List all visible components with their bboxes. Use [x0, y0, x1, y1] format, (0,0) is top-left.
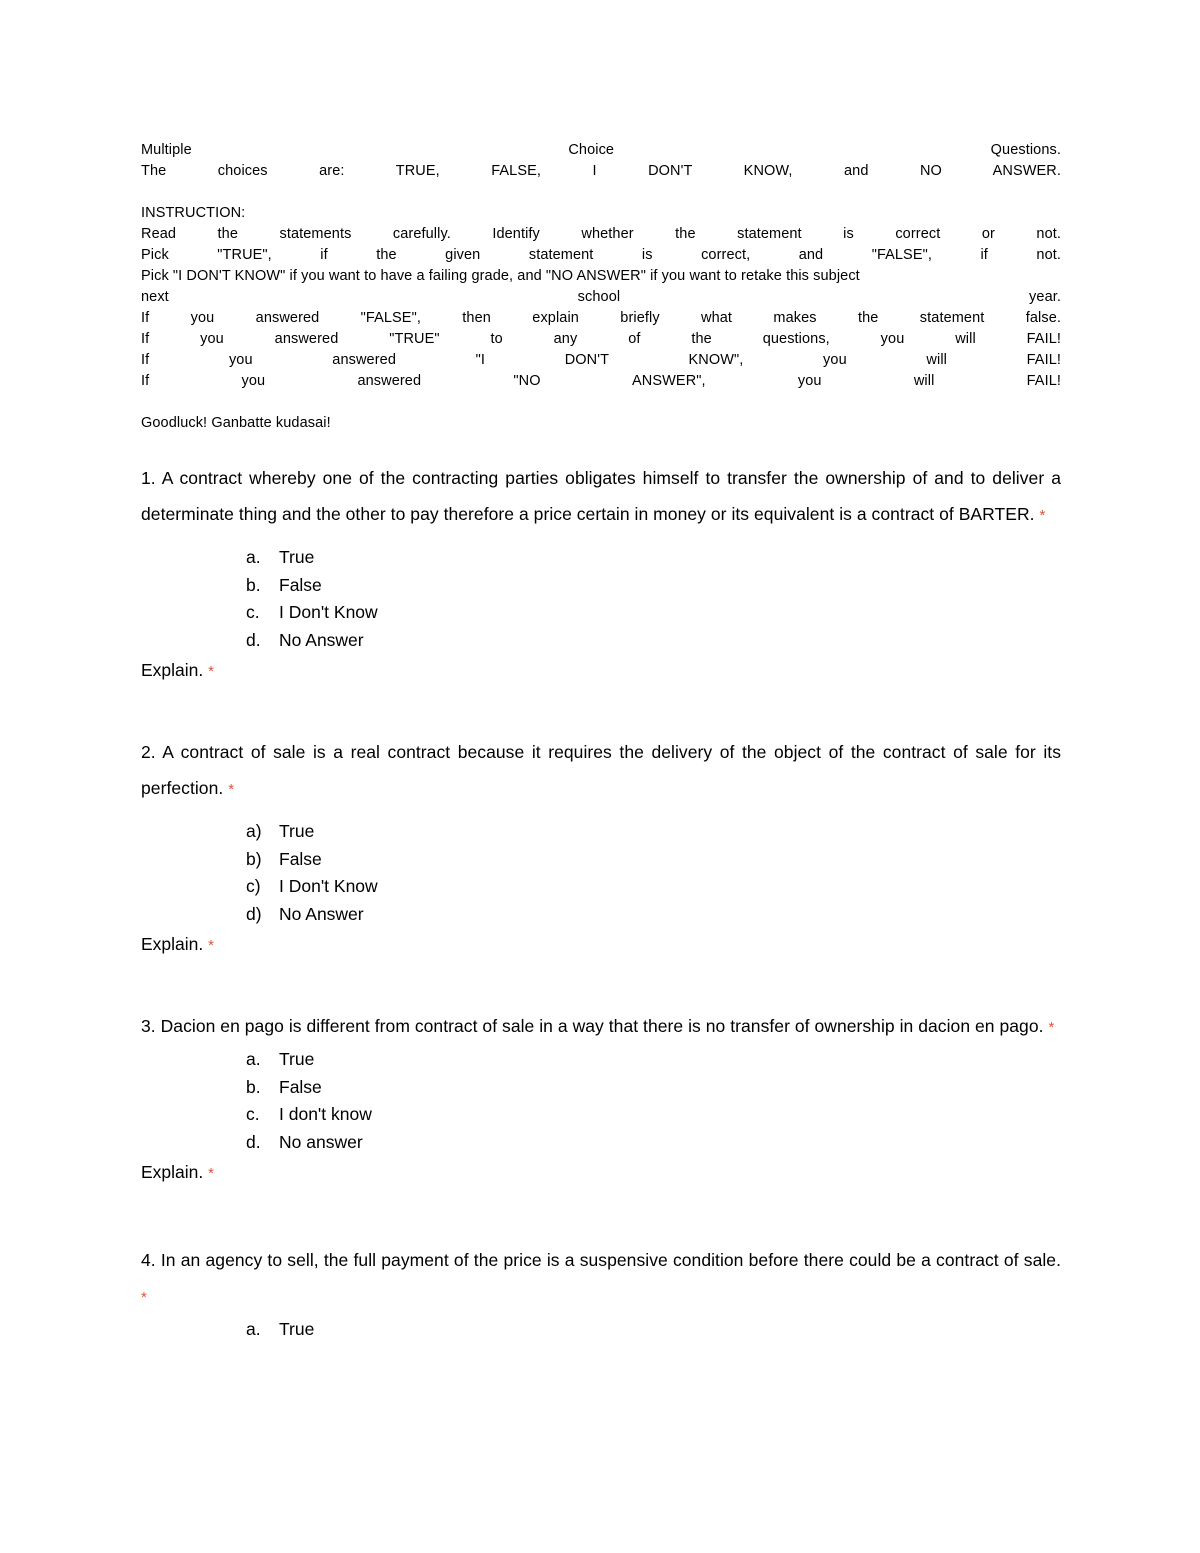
question-options-gap-2	[141, 808, 1061, 818]
option-item[interactable]: a. True	[141, 544, 1061, 572]
question-text-2: 2. A contract of sale is a real contract…	[141, 742, 1061, 798]
question-text-4: 4. In an agency to sell, the full paymen…	[141, 1250, 1061, 1306]
required-asterisk: *	[141, 1289, 147, 1306]
option-marker: a.	[246, 547, 261, 567]
option-item[interactable]: b. False	[141, 572, 1061, 600]
option-marker: a.	[246, 1319, 261, 1339]
instruction-line-5: If you answered "FALSE", then explain br…	[141, 310, 1061, 326]
option-item[interactable]: c. I don't know	[141, 1101, 1061, 1129]
goodluck-line: Goodluck! Ganbatte kudasai!	[141, 415, 331, 431]
option-item[interactable]: b. False	[141, 1074, 1061, 1102]
option-item[interactable]: a. True	[141, 1046, 1061, 1074]
explain-prompt-1: Explain. *	[141, 660, 214, 680]
instruction-line-7: If you answered "I DON'T KNOW", you will…	[141, 352, 1061, 368]
goodluck-spacer	[141, 392, 1061, 413]
option-item[interactable]: d. No answer	[141, 1129, 1061, 1157]
option-item[interactable]: a) True	[141, 818, 1061, 846]
options-list-1: a. True b. False c. I Don't Know d. No Answe…	[141, 544, 1061, 654]
option-item[interactable]: d) No Answer	[141, 901, 1061, 929]
option-marker: c.	[246, 1104, 260, 1124]
question-text-1: 1. A contract whereby one of the contrac…	[141, 468, 1061, 524]
option-label: True	[279, 547, 315, 567]
explain-prompt-2: Explain. *	[141, 934, 214, 954]
options-list-3: a. True b. False c. I don't know d. No answe…	[141, 1046, 1061, 1156]
option-item[interactable]: c) I Don't Know	[141, 873, 1061, 901]
question-options-gap-1	[141, 534, 1061, 544]
option-label: I Don't Know	[279, 876, 378, 896]
question-block-1: 1. A contract whereby one of the contrac…	[141, 460, 1061, 688]
option-marker: a.	[246, 1049, 261, 1069]
option-label: True	[279, 1049, 315, 1069]
option-marker: b)	[246, 848, 262, 869]
required-asterisk: *	[228, 781, 235, 798]
option-marker: d)	[246, 903, 262, 924]
required-asterisk: *	[208, 1165, 214, 1182]
option-label: No Answer	[279, 903, 364, 924]
option-item[interactable]: d. No Answer	[141, 627, 1061, 655]
option-label: True	[279, 1319, 315, 1339]
option-marker: c)	[246, 876, 261, 896]
options-list-4: a. True	[141, 1316, 1061, 1344]
option-marker: b.	[246, 574, 261, 595]
question-gap-1-2	[141, 688, 1061, 734]
explain-prompt-3: Explain. *	[141, 1162, 214, 1182]
options-list-2: a) True b) False c) I Don't Know d) No Answe…	[141, 818, 1061, 928]
option-label: No Answer	[279, 629, 364, 650]
header-choices: The choices are: TRUE, FALSE, I DON'T KN…	[141, 163, 1061, 179]
instruction-label: INSTRUCTION:	[141, 205, 246, 221]
option-marker: d.	[246, 629, 261, 650]
option-item[interactable]: c. I Don't Know	[141, 599, 1061, 627]
header-title: Multiple Choice Questions.	[141, 142, 1061, 158]
option-label: I Don't Know	[279, 602, 378, 622]
instruction-line-6: If you answered "TRUE" to any of the que…	[141, 331, 1061, 347]
question-block-4: 4. In an agency to sell, the full paymen…	[141, 1242, 1061, 1344]
option-label: False	[279, 574, 322, 595]
option-marker: b.	[246, 1076, 261, 1097]
question-gap-3-4	[141, 1190, 1061, 1242]
instruction-line-4: next school year.	[141, 289, 1061, 305]
document-page: Multiple Choice Questions. The choices a…	[0, 0, 1200, 1553]
option-marker: a)	[246, 821, 262, 841]
document-content: Multiple Choice Questions. The choices a…	[141, 140, 1061, 1344]
question-block-3: 3. Dacion en pago is different from cont…	[141, 1008, 1061, 1190]
required-asterisk: *	[208, 937, 214, 954]
required-asterisk: *	[1039, 507, 1046, 524]
question-text-3: 3. Dacion en pago is different from cont…	[141, 1016, 1055, 1036]
instruction-line-2: Pick "TRUE", if the given statement is c…	[141, 247, 1061, 263]
option-label: True	[279, 821, 315, 841]
option-marker: d.	[246, 1131, 261, 1152]
option-label: False	[279, 1076, 322, 1097]
required-asterisk: *	[1048, 1019, 1055, 1036]
option-item[interactable]: a. True	[141, 1316, 1061, 1344]
instruction-line-8: If you answered "NO ANSWER", you will FA…	[141, 373, 1061, 389]
option-label: No answer	[279, 1131, 363, 1152]
option-item[interactable]: b) False	[141, 846, 1061, 874]
header-spacer	[141, 182, 1061, 203]
required-asterisk: *	[208, 663, 214, 680]
question-block-2: 2. A contract of sale is a real contract…	[141, 734, 1061, 962]
instruction-line-3: Pick "I DON'T KNOW" if you want to have …	[141, 268, 860, 284]
option-label: I don't know	[279, 1104, 372, 1124]
header-question-gap	[141, 434, 1061, 460]
option-label: False	[279, 848, 322, 869]
option-marker: c.	[246, 602, 260, 622]
instruction-line-1: Read the statements carefully. Identify …	[141, 226, 1061, 242]
question-gap-2-3	[141, 962, 1061, 1008]
document-header: Multiple Choice Questions. The choices a…	[141, 140, 1061, 434]
